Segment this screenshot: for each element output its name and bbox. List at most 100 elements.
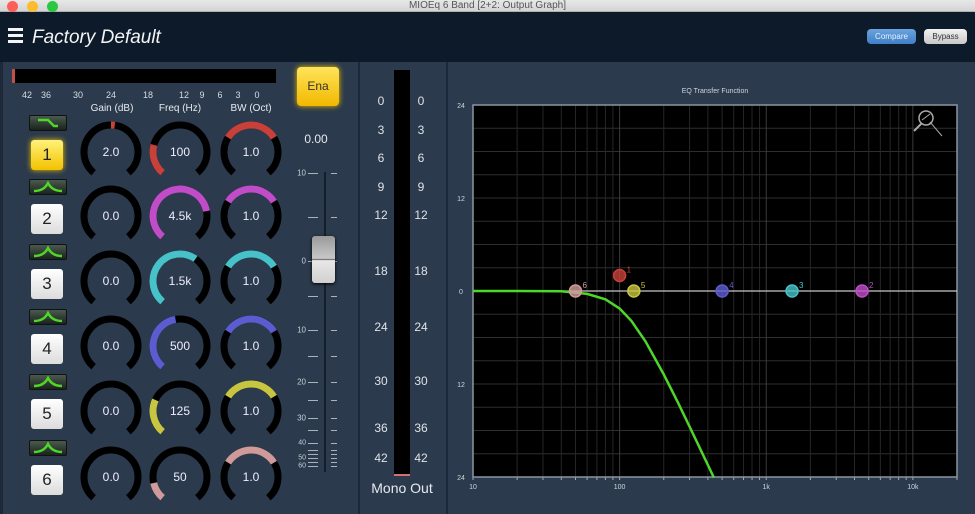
knob-value: 1.0 xyxy=(242,274,260,288)
y-tick-label: 12 xyxy=(457,382,465,389)
meter-scale-label: 18 xyxy=(414,264,428,278)
knob-value: 4.5k xyxy=(168,209,192,223)
meter-scale-label: 24 xyxy=(374,320,388,334)
minimize-window-button[interactable] xyxy=(27,1,38,12)
filter-type-button-2[interactable] xyxy=(29,179,67,195)
meter-scale-label: 12 xyxy=(374,208,388,222)
fader-tick xyxy=(308,458,318,459)
band-select-button-1[interactable]: 1 xyxy=(31,140,63,170)
knob-value: 0.0 xyxy=(102,470,120,484)
knob-value: 500 xyxy=(169,339,191,353)
filter-type-button-1[interactable] xyxy=(29,115,67,131)
knob-value: 50 xyxy=(173,470,187,484)
low-shelf-filter-icon xyxy=(38,118,58,128)
band-marker-label: 4 xyxy=(729,281,734,290)
band-marker-label: 6 xyxy=(582,281,587,290)
band-marker-2[interactable] xyxy=(855,284,869,298)
meter-level xyxy=(394,474,410,476)
fader-tick xyxy=(331,430,337,431)
knob-value: 0.0 xyxy=(102,274,120,288)
fader-tick xyxy=(308,418,318,419)
x-tick-label: 10 xyxy=(469,484,477,491)
fader-tick xyxy=(308,454,318,455)
meter-scale-label: 30 xyxy=(374,374,388,388)
fader-tick xyxy=(308,296,318,297)
knob-value: 1.5k xyxy=(168,274,192,288)
hamburger-menu-icon[interactable] xyxy=(8,28,23,43)
band-select-button-3[interactable]: 3 xyxy=(31,269,63,299)
meter-scale-label: 30 xyxy=(72,90,84,100)
fader-scale-label: 30 xyxy=(297,413,306,423)
y-tick-label: 24 xyxy=(457,103,465,110)
x-tick-label: 100 xyxy=(614,484,626,491)
freq-column-header: Freq (Hz) xyxy=(158,103,202,114)
bypass-button[interactable]: Bypass xyxy=(924,29,967,44)
fader-tick xyxy=(308,430,318,431)
preset-name[interactable]: Factory Default xyxy=(32,27,161,49)
compare-button[interactable]: Compare xyxy=(867,29,916,44)
band-marker-label: 1 xyxy=(627,266,632,275)
meter-scale-label: 42 xyxy=(21,90,33,100)
meter-scale-label: 42 xyxy=(374,451,388,465)
meter-scale-label: 3 xyxy=(235,90,241,100)
band-marker-6[interactable] xyxy=(568,284,583,298)
knob-value-arc xyxy=(149,398,166,435)
y-tick-label: 0 xyxy=(459,289,463,296)
meter-scale-label: 9 xyxy=(417,180,425,194)
fader-tick xyxy=(331,458,337,459)
meter-scale-label: 0 xyxy=(254,90,260,100)
close-window-button[interactable] xyxy=(7,1,18,12)
band-select-button-4[interactable]: 4 xyxy=(31,334,63,364)
knob-value: 0.0 xyxy=(102,404,120,418)
meter-scale-label: 18 xyxy=(374,264,388,278)
filter-type-button-4[interactable] xyxy=(29,309,67,325)
meter-scale-label: 9 xyxy=(199,90,205,100)
band-select-button-2[interactable]: 2 xyxy=(31,204,63,234)
fader-tick xyxy=(331,462,337,463)
fader-tick xyxy=(308,217,318,218)
meter-scale-label: 24 xyxy=(105,90,117,100)
eq-graph[interactable]: 24120122410 100 1k 10k123456 xyxy=(448,96,975,514)
meter-scale-label: 42 xyxy=(414,451,428,465)
filter-type-button-5[interactable] xyxy=(29,374,67,390)
zoom-window-button[interactable] xyxy=(47,1,58,12)
window-title: MIOEq 6 Band [2+2: Output Graph] xyxy=(408,0,567,11)
y-tick-label: 12 xyxy=(457,196,465,203)
fader-scale-label: 10 xyxy=(297,325,306,335)
meter-scale-label: 30 xyxy=(414,374,428,388)
output-gain-fader-handle[interactable] xyxy=(312,236,335,283)
mono-out-label: Mono Out xyxy=(371,480,433,496)
band-marker-5[interactable] xyxy=(627,284,641,298)
filter-type-button-6[interactable] xyxy=(29,440,67,456)
peak-filter-icon xyxy=(33,310,63,323)
band-select-button-6[interactable]: 6 xyxy=(31,465,63,495)
knob-value: 1.0 xyxy=(242,145,260,159)
fader-scale-label: 50 xyxy=(298,454,306,462)
knob-value: 0.0 xyxy=(102,339,120,353)
fader-tick xyxy=(308,443,318,444)
meter-scale-label: 18 xyxy=(142,90,154,100)
meter-scale-label: 0 xyxy=(377,94,385,108)
divider xyxy=(0,62,3,514)
fader-track[interactable] xyxy=(324,172,326,472)
filter-type-button-3[interactable] xyxy=(29,244,67,260)
band-marker-1[interactable] xyxy=(612,268,627,283)
band-marker-3[interactable] xyxy=(785,284,799,298)
band-marker-4[interactable] xyxy=(715,284,729,298)
band-select-button-5[interactable]: 5 xyxy=(31,399,63,429)
knob-value: 0.0 xyxy=(102,209,120,223)
divider xyxy=(358,62,360,514)
meter-scale-label: 36 xyxy=(374,421,388,435)
fader-tick xyxy=(308,466,318,467)
fader-tick xyxy=(331,356,337,357)
fader-tick xyxy=(331,466,337,467)
meter-scale-label: 3 xyxy=(417,123,425,137)
fader-tick xyxy=(308,400,318,401)
fader-tick xyxy=(308,330,318,331)
fader-tick xyxy=(331,173,337,174)
fader-tick xyxy=(331,454,337,455)
fader-scale-label: 10 xyxy=(297,168,306,178)
enable-button[interactable]: Ena xyxy=(297,67,339,106)
knob-value-arc xyxy=(225,315,277,334)
band-marker-label: 2 xyxy=(869,281,874,290)
